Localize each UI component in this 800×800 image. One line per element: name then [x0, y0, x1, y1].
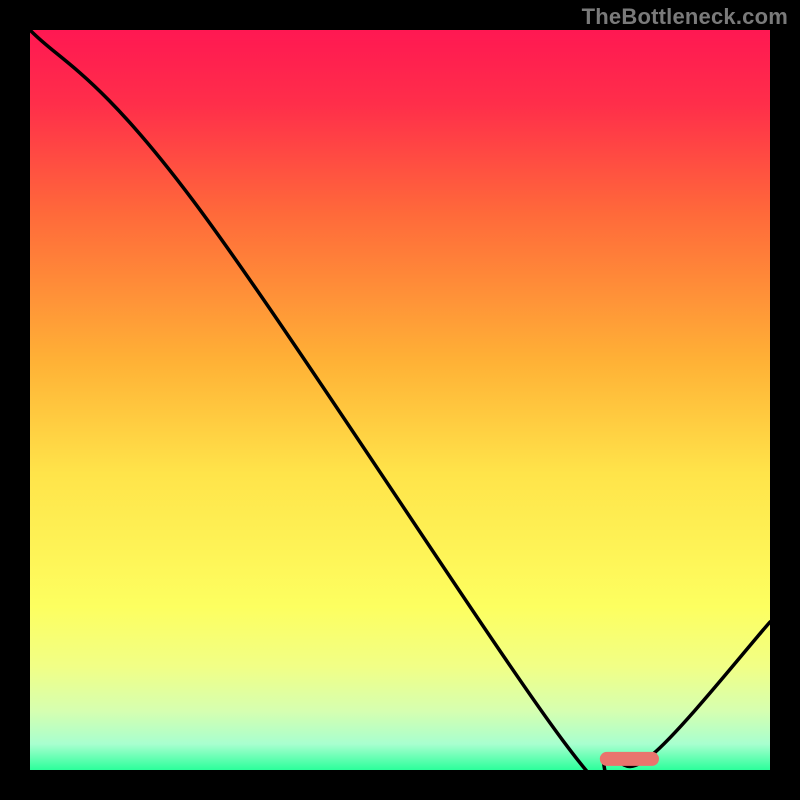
chart-frame: TheBottleneck.com	[0, 0, 800, 800]
gradient-background	[30, 30, 770, 770]
chart-svg	[30, 30, 770, 770]
watermark-text: TheBottleneck.com	[582, 4, 788, 30]
plot-area	[30, 30, 770, 770]
optimum-marker	[600, 752, 659, 766]
